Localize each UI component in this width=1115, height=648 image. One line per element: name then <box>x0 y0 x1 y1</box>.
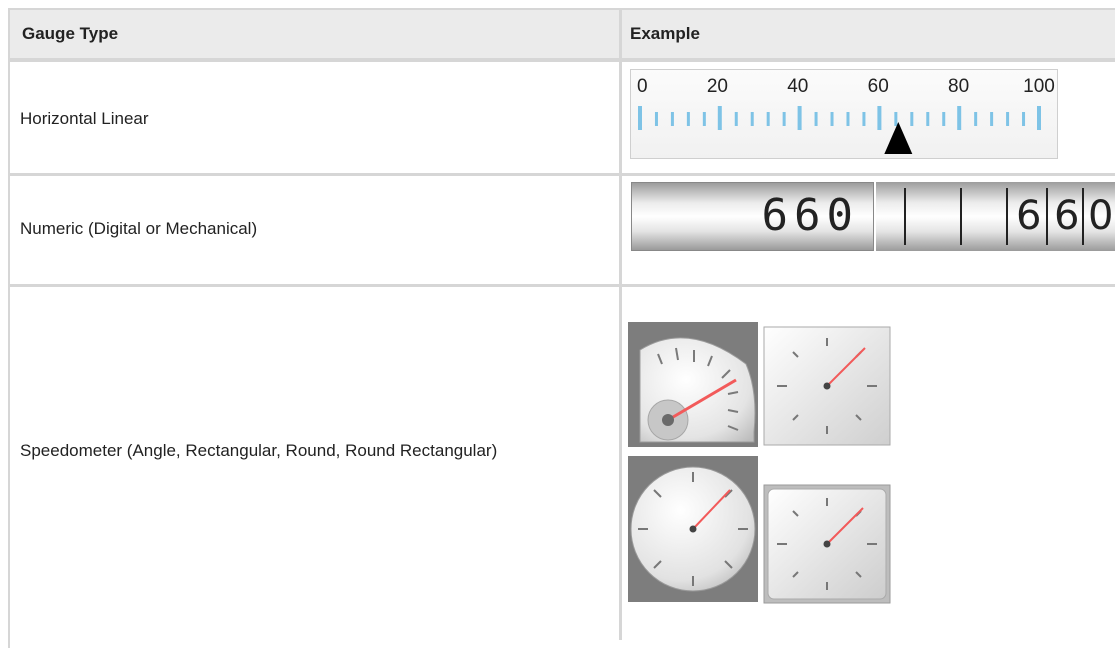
scale-tick <box>877 106 882 130</box>
counter-digit: 6 <box>1054 193 1080 239</box>
header-gauge-type: Gauge Type <box>22 24 119 43</box>
row-label-speedometer: Speedometer (Angle, Rectangular, Round, … <box>20 441 498 460</box>
scale-tick <box>670 112 674 126</box>
mechanical-numeric-gauge: 6 6 0 <box>876 182 1115 251</box>
counter-divider <box>960 188 962 245</box>
scale-tick <box>894 112 898 126</box>
scale-tick <box>734 112 738 126</box>
header-example: Example <box>630 24 700 43</box>
scale-tick <box>702 112 706 126</box>
scale-tick <box>1022 112 1026 126</box>
counter-divider <box>904 188 906 245</box>
scale-tick <box>862 112 866 126</box>
scale-label: 60 <box>868 76 889 97</box>
counter-digit: 6 <box>1016 193 1042 239</box>
scale-label: 0 <box>637 76 648 97</box>
scale-tick <box>638 106 642 130</box>
scale-tick <box>797 106 802 130</box>
scale-tick <box>782 112 786 126</box>
scale-tick <box>846 112 850 126</box>
scale-tick <box>686 112 690 126</box>
round-rectangular-speedometer <box>763 484 891 609</box>
scale-tick <box>654 112 658 126</box>
scale-tick <box>814 112 818 126</box>
scale-tick <box>1006 112 1010 126</box>
counter-divider <box>1006 188 1008 245</box>
digital-numeric-gauge: 660 <box>631 182 874 251</box>
scale-tick <box>750 112 754 126</box>
angle-speedometer <box>628 322 758 452</box>
scale-tick <box>766 112 770 126</box>
scale-label: 20 <box>707 76 728 97</box>
scale-tick <box>990 112 994 126</box>
gauge-table: Gauge Type Example Horizontal Linear Num… <box>8 8 1115 648</box>
scale-tick <box>974 112 978 126</box>
rectangular-speedometer <box>763 326 891 451</box>
horizontal-linear-gauge: 0 20 40 60 80 100 <box>630 69 1058 159</box>
scale-label: 100 <box>1023 76 1055 97</box>
scale-tick <box>830 112 834 126</box>
scale-tick <box>717 106 722 130</box>
counter-digit: 0 <box>1088 193 1114 239</box>
scale-tick <box>957 106 962 130</box>
scale-tick <box>910 112 914 126</box>
digital-readout: 660 <box>761 190 859 241</box>
scale-tick <box>1037 106 1041 130</box>
scale-label: 40 <box>787 76 808 97</box>
table-row: Speedometer (Angle, Rectangular, Round, … <box>10 287 1115 640</box>
table-header-row: Gauge Type Example <box>10 10 1115 62</box>
counter-divider <box>1046 188 1048 245</box>
counter-divider <box>1082 188 1084 245</box>
gauge-pointer <box>884 122 913 154</box>
row-label-horizontal-linear: Horizontal Linear <box>20 109 149 128</box>
row-label-numeric: Numeric (Digital or Mechanical) <box>20 219 258 238</box>
scale-tick <box>926 112 930 126</box>
scale-tick <box>942 112 946 126</box>
round-speedometer <box>628 456 758 607</box>
linear-gauge-scale: 0 20 40 60 80 100 <box>637 76 1055 154</box>
scale-label: 80 <box>948 76 969 97</box>
